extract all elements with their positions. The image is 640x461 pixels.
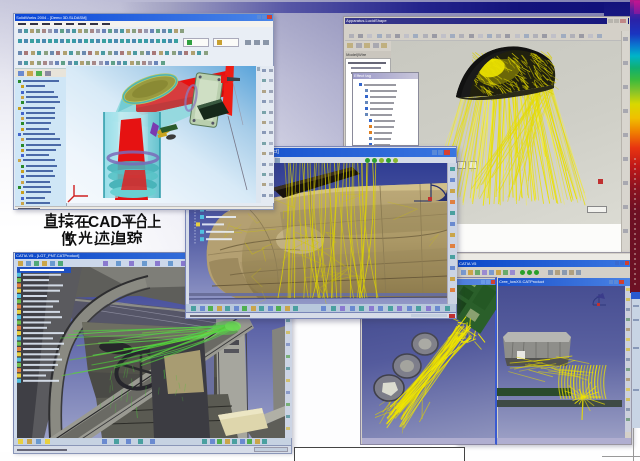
svg-text:CAD: CAD (88, 214, 122, 231)
